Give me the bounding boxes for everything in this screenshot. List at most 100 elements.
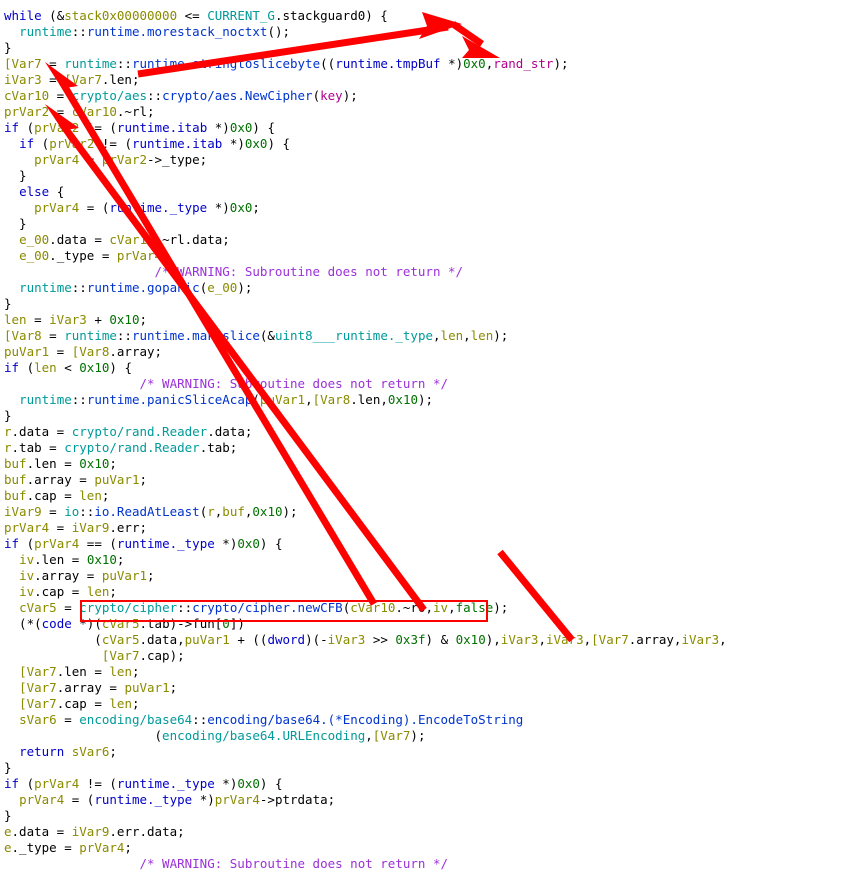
decompiler-code-pane[interactable]: while (&stack0x00000000 <= CURRENT_G.sta…	[0, 0, 857, 871]
code-line[interactable]: prVar4 = (runtime._type *)0x0;	[0, 200, 857, 216]
code-token: prVar4	[4, 520, 50, 535]
code-token: runtime.itab	[131, 136, 223, 151]
code-line[interactable]: }	[0, 168, 857, 184]
code-line[interactable]: len = iVar3 + 0x10;	[0, 312, 857, 328]
code-token: }	[4, 216, 27, 231]
code-token: cVar10	[350, 600, 396, 615]
code-line[interactable]: buf.len = 0x10;	[0, 456, 857, 472]
code-token: ::	[116, 328, 132, 343]
code-token: (	[312, 88, 321, 103]
code-line[interactable]: if (prVar2 != (runtime.itab *)0x0) {	[0, 136, 857, 152]
code-token: iVar3	[500, 632, 539, 647]
code-line[interactable]: e._type = prVar4;	[0, 840, 857, 856]
code-token: ::	[116, 56, 132, 71]
code-token: ) {	[259, 776, 283, 791]
code-token: crypto/aes	[71, 88, 147, 103]
code-token: len	[34, 360, 57, 375]
code-line[interactable]: cVar5 = crypto/cipher::crypto/cipher.new…	[0, 600, 857, 616]
code-line[interactable]: prVar4 = (runtime._type *)prVar4->ptrdat…	[0, 792, 857, 808]
code-token: 0x10	[79, 360, 110, 375]
code-line[interactable]: return sVar6;	[0, 744, 857, 760]
code-line[interactable]: [Var7.cap);	[0, 648, 857, 664]
code-line[interactable]: e_00._type = prVar4;	[0, 248, 857, 264]
code-line[interactable]: runtime::runtime.morestack_noctxt();	[0, 24, 857, 40]
code-line[interactable]: (encoding/base64.URLEncoding,[Var7);	[0, 728, 857, 744]
code-token: [Var7	[19, 696, 57, 711]
code-line[interactable]: puVar1 = [Var8.array;	[0, 344, 857, 360]
code-line[interactable]: iv.cap = len;	[0, 584, 857, 600]
code-token: ::	[71, 24, 87, 39]
code-line[interactable]: }	[0, 40, 857, 56]
code-token: 0x0	[229, 120, 253, 135]
code-line[interactable]: sVar6 = encoding/base64::encoding/base64…	[0, 712, 857, 728]
code-line[interactable]: }	[0, 216, 857, 232]
code-token: *)	[207, 200, 230, 215]
code-line[interactable]: }	[0, 296, 857, 312]
code-token: /* WARNING: Subroutine does not return *…	[4, 376, 449, 391]
code-line[interactable]: buf.array = puVar1;	[0, 472, 857, 488]
code-line[interactable]: }	[0, 808, 857, 824]
code-line[interactable]: /* WARNING: Subroutine does not return *…	[0, 856, 857, 872]
code-line[interactable]: r.tab = crypto/rand.Reader.tab;	[0, 440, 857, 456]
code-line[interactable]: (*(code *)(cVar5.tab)->fun[0])	[0, 616, 857, 632]
code-line[interactable]: if (prVar2 != (runtime.itab *)0x0) {	[0, 120, 857, 136]
code-line[interactable]: cVar10 = crypto/aes::crypto/aes.NewCiphe…	[0, 88, 857, 104]
code-token: =	[41, 328, 65, 343]
code-line[interactable]: iv.len = 0x10;	[0, 552, 857, 568]
code-line[interactable]: r.data = crypto/rand.Reader.data;	[0, 424, 857, 440]
code-token: .tab =	[11, 440, 65, 455]
code-line[interactable]: if (len < 0x10) {	[0, 360, 857, 376]
code-line[interactable]: }	[0, 760, 857, 776]
code-token: (*(	[4, 616, 42, 631]
code-token: ->ptrdata;	[259, 792, 336, 807]
code-line[interactable]: e_00.data = cVar10.~rl.data;	[0, 232, 857, 248]
code-token: if	[4, 360, 20, 375]
code-token: =	[26, 312, 50, 327]
code-line[interactable]: [Var7.len = len;	[0, 664, 857, 680]
code-token: ;	[147, 568, 155, 583]
code-line[interactable]: buf.cap = len;	[0, 488, 857, 504]
code-token: iv	[19, 568, 35, 583]
code-token: (	[19, 120, 35, 135]
code-line[interactable]: iVar9 = io::io.ReadAtLeast(r,buf,0x10);	[0, 504, 857, 520]
code-token: if	[4, 776, 20, 791]
code-line[interactable]: runtime::runtime.panicSliceAcap(puVar1,[…	[0, 392, 857, 408]
code-line[interactable]: iv.array = puVar1;	[0, 568, 857, 584]
code-line[interactable]: if (prVar4 == (runtime._type *)0x0) {	[0, 536, 857, 552]
code-token: .err.data;	[109, 824, 185, 839]
code-line[interactable]: prVar4 = prVar2->_type;	[0, 152, 857, 168]
code-line[interactable]: /* WARNING: Subroutine does not return *…	[0, 264, 857, 280]
code-token: .len =	[26, 456, 80, 471]
code-line[interactable]: else {	[0, 184, 857, 200]
code-line[interactable]: while (&stack0x00000000 <= CURRENT_G.sta…	[0, 8, 857, 24]
code-token: (	[19, 536, 35, 551]
code-token: 0x0	[237, 776, 260, 791]
code-line[interactable]: [Var7 = runtime::runtime.stringtosliceby…	[0, 56, 857, 72]
code-token: }	[4, 408, 12, 423]
code-line[interactable]: prVar2 = cVar10.~rl;	[0, 104, 857, 120]
code-line[interactable]: prVar4 = iVar9.err;	[0, 520, 857, 536]
code-line[interactable]: [Var7.array = puVar1;	[0, 680, 857, 696]
code-line[interactable]: }	[0, 408, 857, 424]
code-token: ;	[116, 552, 125, 567]
code-line[interactable]: [Var8 = runtime::runtime.makeslice(&uint…	[0, 328, 857, 344]
code-token: .len =	[34, 552, 87, 567]
code-line[interactable]: [Var7.cap = len;	[0, 696, 857, 712]
code-token: len	[109, 696, 132, 711]
code-token: + ((	[229, 632, 268, 647]
code-line[interactable]: iVar3 = [Var7.len;	[0, 72, 857, 88]
code-line[interactable]: (cVar5.data,puVar1 + ((dword)(-iVar3 >> …	[0, 632, 857, 648]
code-line[interactable]: /* WARNING: Subroutine does not return *…	[0, 376, 857, 392]
code-token: );	[282, 504, 298, 519]
code-token: crypto/cipher.newCFB	[192, 600, 343, 615]
code-token: iVar9	[4, 504, 42, 519]
code-token: .data,	[139, 632, 185, 647]
code-token: runtime	[19, 24, 72, 39]
code-line[interactable]: e.data = iVar9.err.data;	[0, 824, 857, 840]
code-line[interactable]: if (prVar4 != (runtime._type *)0x0) {	[0, 776, 857, 792]
code-token: ) {	[267, 136, 291, 151]
code-line[interactable]: runtime::runtime.gopanic(e_00);	[0, 280, 857, 296]
